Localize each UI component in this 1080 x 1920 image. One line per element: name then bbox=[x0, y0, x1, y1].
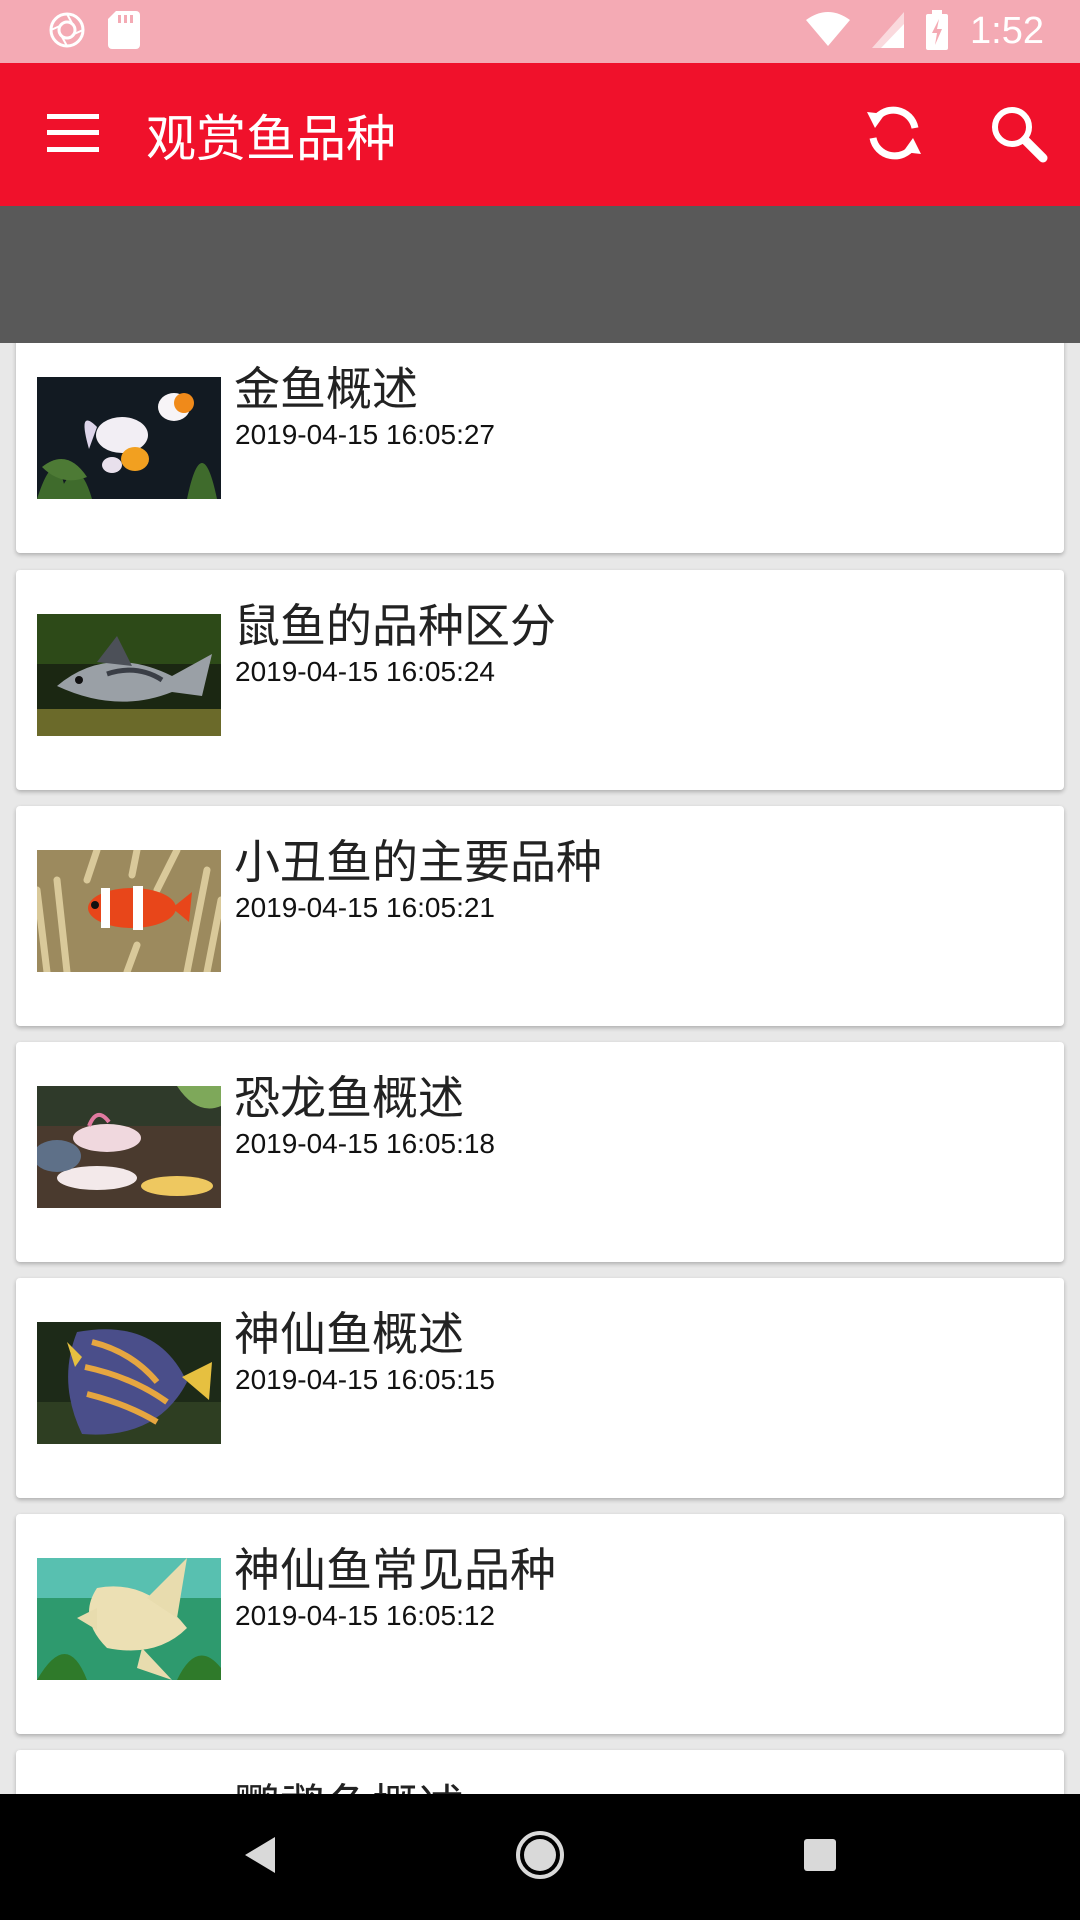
article-title: 鼠鱼的品种区分 bbox=[234, 599, 556, 653]
goldfish-thumbnail bbox=[37, 377, 221, 499]
navigation-bar bbox=[0, 1794, 1080, 1920]
page-title: 观赏鱼品种 bbox=[146, 109, 396, 168]
aperture-icon bbox=[48, 11, 86, 53]
article-title: 小丑鱼的主要品种 bbox=[234, 835, 602, 889]
refresh-button[interactable] bbox=[832, 63, 956, 206]
home-button[interactable] bbox=[480, 1794, 600, 1920]
article-title: 神仙鱼常见品种 bbox=[234, 1543, 556, 1597]
home-icon bbox=[515, 1830, 565, 1884]
back-button[interactable] bbox=[200, 1794, 320, 1920]
article-title: 鹦鹉鱼概述 bbox=[234, 1770, 464, 1794]
angelfish-thumbnail bbox=[37, 1322, 221, 1444]
corydoras-thumbnail bbox=[37, 614, 221, 736]
menu-icon bbox=[47, 113, 99, 156]
sd-card-icon bbox=[108, 10, 140, 53]
article-title: 金鱼概述 bbox=[234, 362, 418, 416]
list-item[interactable]: 鹦鹉鱼概述 bbox=[16, 1750, 1064, 1794]
status-right: 1:52 bbox=[806, 9, 1044, 54]
clownfish-thumbnail bbox=[37, 850, 221, 972]
list-item[interactable]: 神仙鱼常见品种 2019-04-15 16:05:12 bbox=[16, 1514, 1064, 1734]
list-item[interactable]: 鼠鱼的品种区分 2019-04-15 16:05:24 bbox=[16, 570, 1064, 790]
search-icon bbox=[988, 103, 1048, 167]
article-date: 2019-04-15 16:05:18 bbox=[235, 1128, 495, 1159]
list-item[interactable]: 恐龙鱼概述 2019-04-15 16:05:18 bbox=[16, 1042, 1064, 1262]
back-icon bbox=[243, 1835, 277, 1879]
status-left bbox=[48, 10, 140, 53]
signal-icon bbox=[872, 11, 905, 52]
axolotl-thumbnail bbox=[37, 1086, 221, 1208]
app-bar: 观赏鱼品种 bbox=[0, 63, 1080, 206]
status-time: 1:52 bbox=[970, 10, 1044, 52]
list-item[interactable]: 金鱼概述 2019-04-15 16:05:27 bbox=[16, 343, 1064, 553]
article-title: 神仙鱼概述 bbox=[234, 1307, 464, 1361]
article-date: 2019-04-15 16:05:24 bbox=[235, 656, 495, 687]
scalare-thumbnail bbox=[37, 1558, 221, 1680]
wifi-icon bbox=[806, 11, 851, 52]
recents-button[interactable] bbox=[760, 1794, 880, 1920]
article-title: 恐龙鱼概述 bbox=[234, 1071, 464, 1125]
status-bar: 1:52 bbox=[0, 0, 1080, 63]
article-date: 2019-04-15 16:05:27 bbox=[235, 419, 495, 450]
article-date: 2019-04-15 16:05:15 bbox=[235, 1364, 495, 1395]
article-date: 2019-04-15 16:05:12 bbox=[235, 1600, 495, 1631]
banner[interactable] bbox=[0, 206, 1080, 343]
battery-charging-icon bbox=[926, 9, 949, 54]
article-list[interactable]: 金鱼概述 2019-04-15 16:05:27 鼠鱼的品种区分 2019-04… bbox=[0, 343, 1080, 1794]
refresh-icon bbox=[863, 102, 925, 168]
article-date: 2019-04-15 16:05:21 bbox=[235, 892, 495, 923]
search-button[interactable] bbox=[956, 63, 1080, 206]
recents-icon bbox=[803, 1838, 837, 1876]
list-item[interactable]: 神仙鱼概述 2019-04-15 16:05:15 bbox=[16, 1278, 1064, 1498]
menu-button[interactable] bbox=[0, 63, 146, 206]
list-item[interactable]: 小丑鱼的主要品种 2019-04-15 16:05:21 bbox=[16, 806, 1064, 1026]
